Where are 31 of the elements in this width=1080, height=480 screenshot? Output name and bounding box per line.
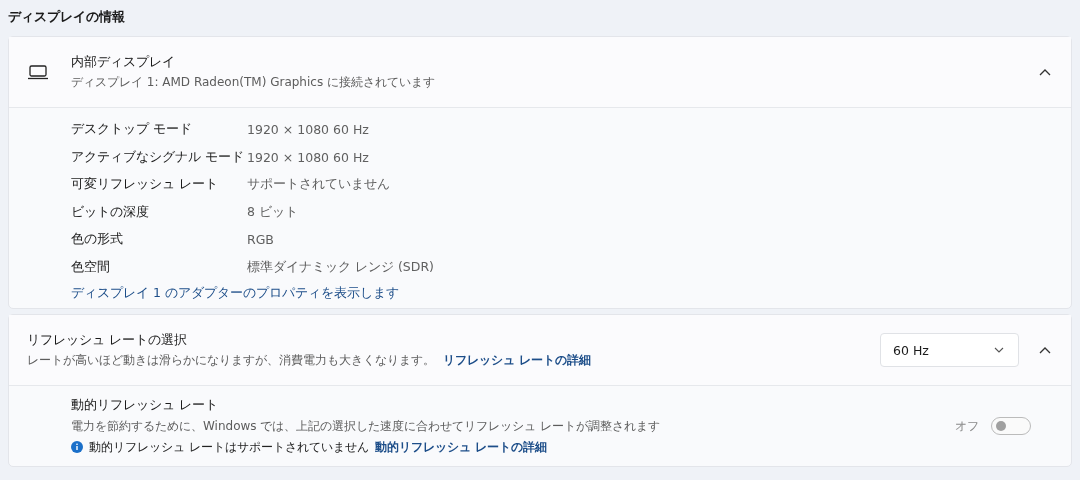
chevron-icon [1039, 68, 1051, 76]
laptop-icon [27, 64, 49, 80]
property-label: 色の形式 [71, 231, 124, 249]
display-subtitle: ディスプレイ 1: AMD Radeon(TM) Graphics に接続されています [71, 74, 436, 91]
setting-description: レートが高いほど動きは滑らかになりますが、消費電力も大きくなります。 [27, 352, 435, 369]
property-value: サポートされていません [247, 176, 390, 194]
property-label: 可変リフレッシュ レート [71, 176, 219, 194]
setting-description: 電力を節約するために、Windows では、上記の選択した速度に合わせてリフレッシュ レートが調整されます [71, 417, 662, 435]
setting-title: リフレッシュ レートの選択 [27, 331, 189, 349]
property-value: RGB [247, 232, 274, 248]
info-icon [71, 441, 83, 453]
property-label: アクティブなシグナル モード [71, 148, 245, 166]
dynamic-refresh-link[interactable]: 動的リフレッシュ レートの詳細 [374, 438, 547, 456]
property-value: 8 ビット [247, 203, 298, 221]
caret-icon [994, 347, 1004, 353]
chevron-icon [1039, 346, 1051, 354]
property-label: ビットの深度 [71, 203, 150, 221]
display-name: 内部ディスプレイ [71, 53, 176, 71]
refresh-rate-link[interactable]: リフレッシュ レートの詳細 [443, 352, 592, 369]
toggle-switch[interactable] [991, 417, 1031, 435]
adapter-properties-link[interactable]: ディスプレイ 1 のアダプターのプロパティを表示します [71, 285, 399, 302]
property-value: 1920 × 1080 60 Hz [247, 122, 369, 138]
property-label: 色空間 [71, 258, 111, 276]
setting-title: 動的リフレッシュ レート [71, 396, 219, 414]
info-message: 動的リフレッシュ レートはサポートされていません [89, 438, 369, 456]
toggle-label: オフ [955, 417, 979, 435]
property-label: デスクトップ モード [71, 121, 193, 139]
property-value: 標準ダイナミック レンジ (SDR) [247, 258, 434, 276]
refresh-rate-dropdown[interactable]: 60 Hz [880, 333, 1019, 367]
property-value: 1920 × 1080 60 Hz [247, 149, 369, 165]
section-title: ディスプレイの情報 [8, 8, 126, 26]
